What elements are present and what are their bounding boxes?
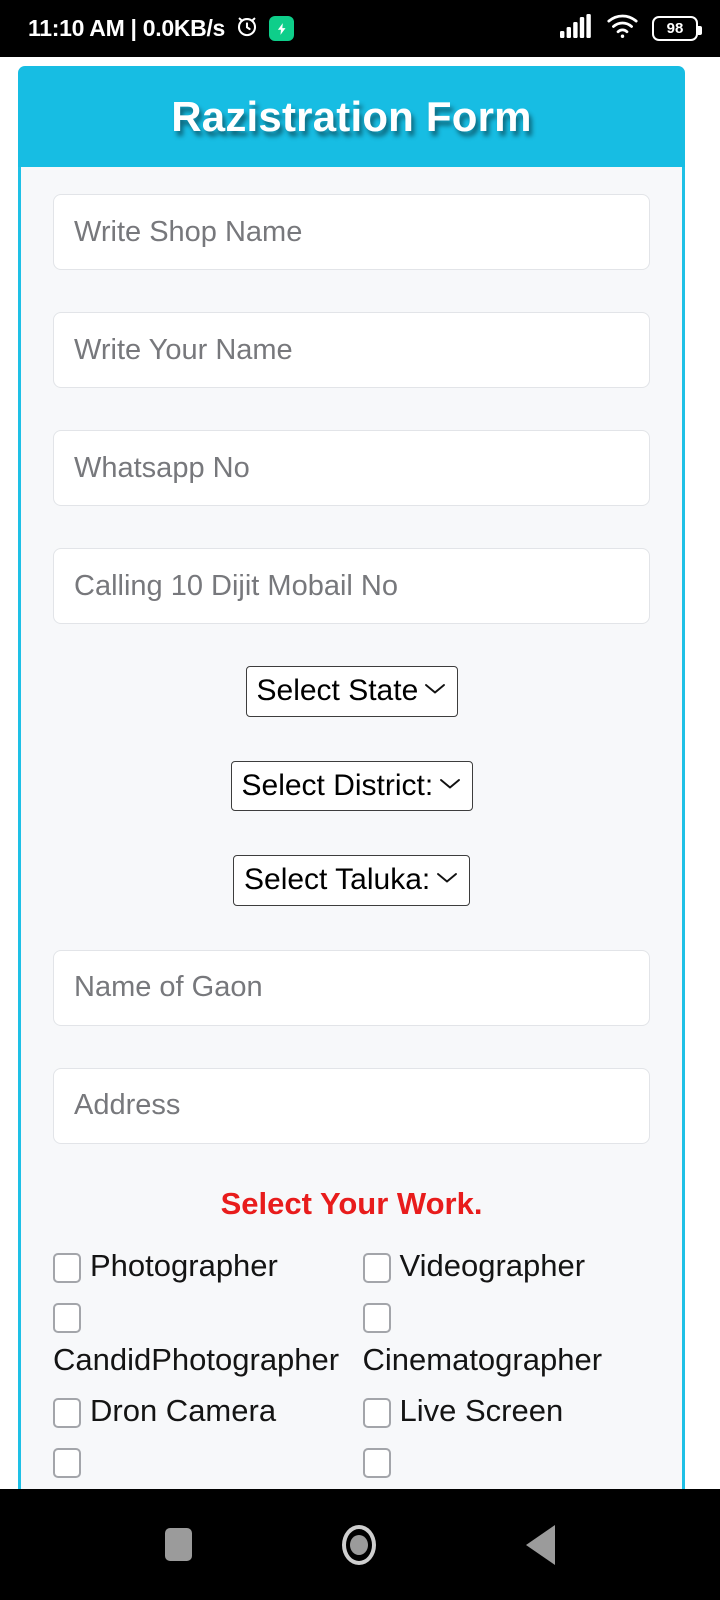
work-option-live-screen[interactable]: Live Screen bbox=[362, 1392, 651, 1430]
taluka-select-wrapper: Select Taluka: bbox=[233, 855, 470, 906]
work-option-label: CandidPhotographer bbox=[53, 1342, 340, 1378]
checkbox-icon[interactable] bbox=[53, 1303, 81, 1334]
calling-number-input[interactable] bbox=[53, 548, 650, 624]
page-title: Razistration Form bbox=[171, 92, 532, 140]
checkbox-icon[interactable] bbox=[362, 1448, 391, 1479]
address-input[interactable] bbox=[53, 1067, 650, 1144]
checkbox-icon[interactable] bbox=[362, 1303, 391, 1334]
work-option-next-cut-off-right[interactable] bbox=[362, 1443, 651, 1479]
district-select-row: Select District: bbox=[53, 760, 650, 811]
green-shield-bolt-icon bbox=[269, 16, 295, 41]
battery-indicator: 98 bbox=[652, 16, 702, 41]
status-bar-right: 98 bbox=[559, 13, 702, 44]
taluka-select-row: Select Taluka: bbox=[53, 855, 650, 906]
checkbox-icon[interactable] bbox=[53, 1448, 81, 1479]
work-option-candidphotographer[interactable]: CandidPhotographer bbox=[53, 1298, 341, 1379]
gaon-name-input[interactable] bbox=[53, 949, 650, 1026]
work-option-dron-camera[interactable]: Dron Camera bbox=[53, 1393, 341, 1430]
status-bar-left: 11:10 AM | 0.0KB/s bbox=[28, 13, 295, 44]
form-body: Select State Select District: bbox=[21, 167, 682, 1489]
registration-form-card: Razistration Form Select State bbox=[18, 66, 685, 1489]
android-status-bar: 11:10 AM | 0.0KB/s 98 bbox=[0, 0, 720, 57]
state-select[interactable]: Select State bbox=[245, 666, 458, 717]
status-bar-clock: 11:10 AM | 0.0KB/s bbox=[28, 15, 226, 41]
checkbox-icon[interactable] bbox=[362, 1397, 391, 1428]
checkbox-icon[interactable] bbox=[53, 1397, 81, 1428]
your-name-input[interactable] bbox=[53, 312, 650, 388]
work-option-next-cut-off-left[interactable] bbox=[53, 1443, 341, 1479]
work-option-label: Dron Camera bbox=[90, 1392, 277, 1428]
select-your-work-heading: Select Your Work. bbox=[220, 1185, 483, 1221]
work-option-videographer[interactable]: Videographer bbox=[362, 1247, 651, 1285]
state-select-row: Select State bbox=[53, 666, 650, 717]
triangle-back-icon[interactable] bbox=[526, 1524, 555, 1565]
checkbox-icon[interactable] bbox=[53, 1252, 81, 1283]
district-select-wrapper: Select District: bbox=[230, 760, 473, 811]
webview-content: Razistration Form Select State bbox=[0, 57, 720, 1489]
work-options-grid: Photographer Videographer CandidPhotogra… bbox=[53, 1248, 650, 1490]
whatsapp-number-input[interactable] bbox=[53, 430, 650, 506]
district-select[interactable]: Select District: bbox=[230, 760, 473, 811]
work-option-cinematographer[interactable]: Cinematographer bbox=[362, 1298, 651, 1379]
wifi-icon bbox=[606, 14, 639, 44]
battery-level-text: 98 bbox=[666, 20, 684, 37]
work-option-label: Videographer bbox=[399, 1247, 586, 1283]
work-option-label: Cinematographer bbox=[362, 1342, 603, 1378]
checkbox-icon[interactable] bbox=[362, 1252, 391, 1283]
cellular-signal-icon bbox=[559, 13, 593, 44]
circle-home-icon[interactable] bbox=[342, 1524, 376, 1565]
alarm-clock-icon bbox=[234, 13, 260, 44]
state-select-wrapper: Select State bbox=[245, 666, 458, 717]
square-recents-icon[interactable] bbox=[165, 1528, 192, 1561]
shop-name-input[interactable] bbox=[53, 194, 650, 270]
taluka-select[interactable]: Select Taluka: bbox=[233, 855, 470, 906]
form-header-bar: Razistration Form bbox=[18, 66, 685, 167]
android-navigation-bar bbox=[0, 1489, 720, 1600]
work-option-photographer[interactable]: Photographer bbox=[53, 1248, 341, 1285]
work-option-label: Photographer bbox=[90, 1247, 278, 1283]
work-option-label: Live Screen bbox=[399, 1392, 564, 1428]
